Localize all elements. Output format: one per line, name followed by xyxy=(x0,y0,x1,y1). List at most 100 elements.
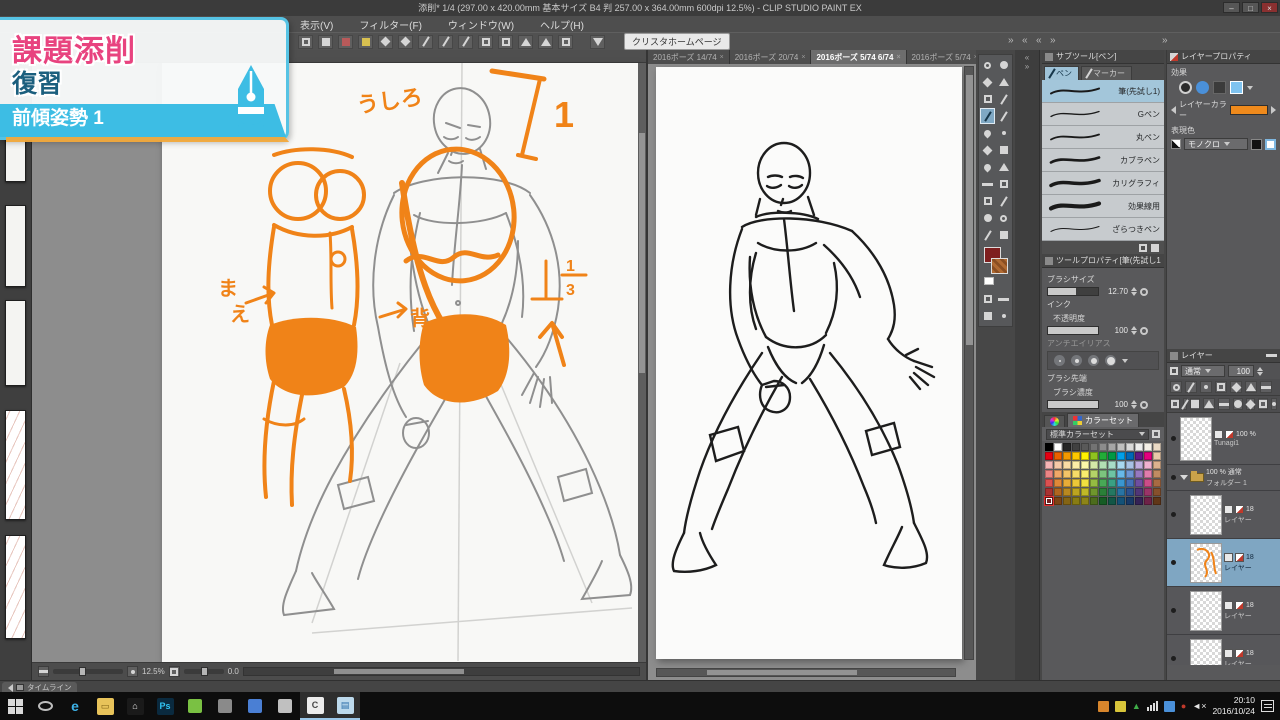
tool-zoom[interactable] xyxy=(980,57,995,73)
color-swatch[interactable] xyxy=(1108,452,1116,460)
color-swatch[interactable] xyxy=(1135,479,1143,487)
scrollbar-thumb[interactable] xyxy=(707,670,857,675)
minimize-button[interactable]: – xyxy=(1223,2,1240,13)
left-canvas-horizontal-scrollbar[interactable] xyxy=(243,667,640,676)
panel-collapse-icon[interactable]: » xyxy=(1162,35,1168,46)
toolbar-snap-special-button[interactable] xyxy=(398,35,413,49)
folder-expand-icon[interactable] xyxy=(1180,475,1188,480)
close-tab-icon[interactable]: × xyxy=(720,54,724,61)
tool-light-table[interactable] xyxy=(996,227,1011,243)
panel-collapse-icon[interactable]: « xyxy=(1036,35,1042,46)
new-vector-icon[interactable] xyxy=(1183,398,1187,410)
color-swatch[interactable] xyxy=(1117,479,1125,487)
home-page-button[interactable]: クリスタホームページ xyxy=(624,33,730,50)
lock-icon[interactable] xyxy=(1140,327,1148,335)
color-swatch[interactable] xyxy=(1135,443,1143,451)
color-swatch[interactable] xyxy=(1045,443,1053,451)
color-swatch[interactable] xyxy=(1135,461,1143,469)
eye-icon[interactable] xyxy=(1171,656,1176,661)
layer-name[interactable]: レイヤー xyxy=(1224,659,1278,666)
color-swatch[interactable] xyxy=(1045,479,1053,487)
taskbar-app-blue[interactable] xyxy=(240,692,270,720)
collapsed-panel-bar[interactable]: «» xyxy=(1015,50,1040,680)
taskbar-explorer[interactable]: ▭ xyxy=(90,692,120,720)
color-swatch[interactable] xyxy=(1063,461,1071,469)
color-swatch[interactable] xyxy=(1054,461,1062,469)
layer-name[interactable]: Tunagi1 xyxy=(1214,440,1278,447)
taskbar-clip-paint[interactable]: ▤ xyxy=(330,692,360,720)
page-thumbnail-5[interactable] xyxy=(5,535,26,639)
tray-tray-volume-mute-icon[interactable]: ◄× xyxy=(1192,702,1206,711)
color-swatch[interactable] xyxy=(1072,461,1080,469)
color-swatch[interactable] xyxy=(1117,488,1125,496)
tool-figure[interactable] xyxy=(996,176,1011,192)
canvas-tab-1[interactable]: 2016ポーズ 14/74× xyxy=(648,50,730,64)
page-thumbnail-2[interactable] xyxy=(5,205,26,287)
tool-eraser[interactable] xyxy=(996,142,1011,158)
color-swatch[interactable] xyxy=(1135,452,1143,460)
lock-alpha-icon[interactable] xyxy=(1230,381,1242,393)
brush-item-6[interactable]: 効果線用 xyxy=(1042,195,1164,218)
tray-tray-app-icon[interactable] xyxy=(1164,701,1175,712)
color-swatch[interactable] xyxy=(1117,452,1125,460)
toolbar-snap-ruler-button[interactable] xyxy=(378,35,393,49)
layer-opacity-field[interactable]: 100 xyxy=(1228,365,1254,377)
action-center-icon[interactable] xyxy=(1261,700,1274,712)
lock-layer-icon[interactable] xyxy=(1215,381,1227,393)
aa-strong-button[interactable] xyxy=(1105,355,1116,366)
color-swatch[interactable] xyxy=(1153,461,1161,469)
tool-rotate-view[interactable] xyxy=(996,57,1011,73)
background-color-chip[interactable] xyxy=(991,258,1008,274)
tone-effect-icon[interactable] xyxy=(1196,81,1209,94)
color-swatch[interactable] xyxy=(1144,452,1152,460)
toolbar-dropdown[interactable] xyxy=(590,35,605,49)
white-chip[interactable] xyxy=(1265,139,1276,150)
color-swatch[interactable] xyxy=(1099,488,1107,496)
color-swatch[interactable] xyxy=(1135,497,1143,505)
tool-marquee[interactable] xyxy=(980,91,995,107)
color-swatch[interactable] xyxy=(1054,452,1062,460)
color-swatch[interactable] xyxy=(1072,452,1080,460)
color-swatch[interactable] xyxy=(1135,470,1143,478)
tool-ruler[interactable] xyxy=(996,193,1011,209)
color-swatch[interactable] xyxy=(1054,479,1062,487)
color-swatch[interactable] xyxy=(1126,497,1134,505)
delete-subtool-icon[interactable] xyxy=(1151,244,1159,252)
scrollbar-thumb[interactable] xyxy=(966,75,973,345)
rotate-slider-thumb[interactable] xyxy=(201,667,208,676)
color-swatch[interactable] xyxy=(1108,479,1116,487)
canvas-tab-4[interactable]: 2016ポーズ 5/74× xyxy=(907,50,984,64)
color-swatch[interactable] xyxy=(1081,452,1089,460)
layer-thumbnail[interactable] xyxy=(1190,495,1222,535)
color-swatch[interactable] xyxy=(1063,470,1071,478)
toolbar-new-document-button[interactable] xyxy=(298,35,313,49)
title-bar[interactable]: 添削* 1/4 (297.00 x 420.00mm 基本サイズ B4 判 25… xyxy=(0,0,1280,16)
tool-select-menu[interactable] xyxy=(996,291,1011,307)
color-swatch[interactable] xyxy=(1081,479,1089,487)
new-layer-icon[interactable] xyxy=(1170,398,1180,410)
close-button[interactable]: × xyxy=(1261,2,1278,13)
color-swatch[interactable] xyxy=(1063,479,1071,487)
layer-row-4[interactable]: 18レイヤー xyxy=(1167,539,1280,587)
canvas-tab-2[interactable]: 2016ポーズ 20/74× xyxy=(730,50,812,64)
toolbar-print-setup-button[interactable] xyxy=(558,35,573,49)
brush-item-7[interactable]: ざらつきペン xyxy=(1042,218,1164,241)
color-swatch[interactable] xyxy=(1090,461,1098,469)
mask-create-icon[interactable] xyxy=(1233,398,1243,410)
layer-color-chip[interactable] xyxy=(1230,105,1268,115)
tray-tray-cube-icon[interactable] xyxy=(1098,701,1109,712)
toolbar-undo-button[interactable] xyxy=(518,35,533,49)
apply-mask-icon[interactable] xyxy=(1246,398,1255,410)
tool-airbrush[interactable] xyxy=(996,125,1011,141)
color-swatch[interactable] xyxy=(1090,479,1098,487)
color-swatch[interactable] xyxy=(1126,443,1134,451)
zoom-out-button[interactable] xyxy=(38,666,49,677)
color-swatch[interactable] xyxy=(1045,488,1053,496)
taskbar-app-green[interactable] xyxy=(180,692,210,720)
lock-icon[interactable] xyxy=(1140,288,1148,296)
expand-icon[interactable] xyxy=(1271,106,1276,114)
new-folder-icon[interactable] xyxy=(1190,398,1200,410)
collapse-icon[interactable] xyxy=(1171,106,1176,114)
color-swatch[interactable] xyxy=(1117,461,1125,469)
color-swatch[interactable] xyxy=(1072,443,1080,451)
